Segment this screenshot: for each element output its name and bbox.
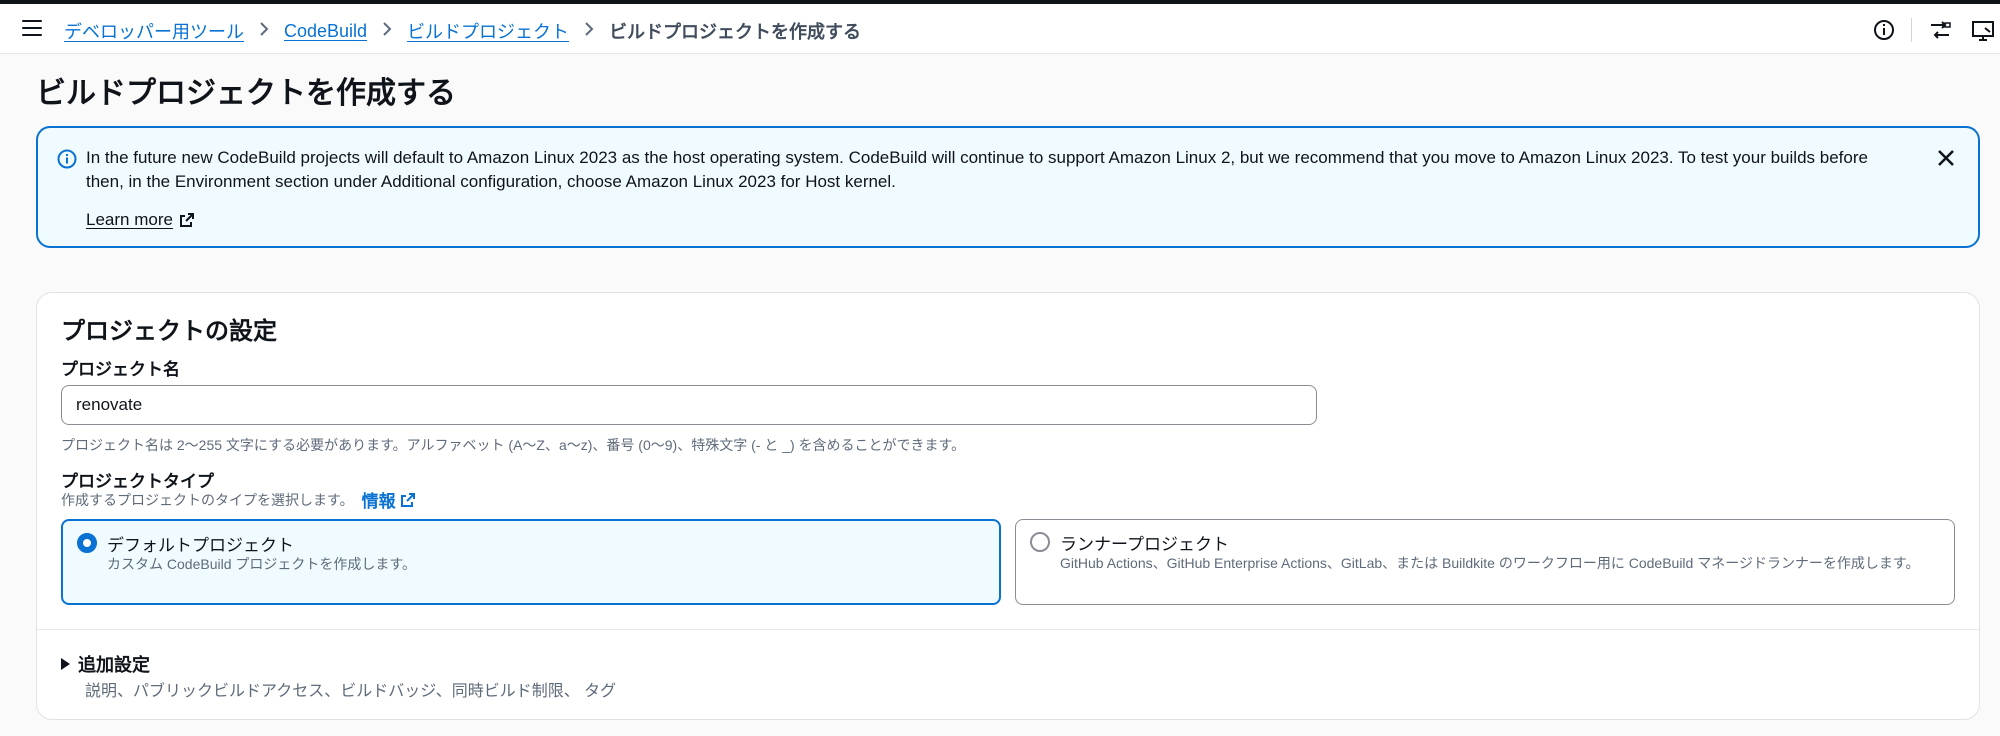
breadcrumb-developer-tools[interactable]: デベロッパー用ツール [64, 18, 244, 44]
top-navigation-bar: デベロッパー用ツール CodeBuild ビルドプロジェクト ビルドプロジェクト… [0, 0, 2000, 54]
project-name-hint: プロジェクト名は 2〜255 文字にする必要があります。アルファベット (A〜Z… [61, 437, 966, 453]
chevron-right-icon [244, 21, 284, 42]
compare-icon[interactable] [1927, 16, 1953, 44]
additional-settings-expander[interactable]: 追加設定 [61, 651, 150, 677]
default-project-option[interactable]: デフォルトプロジェクト カスタム CodeBuild プロジェクトを作成します。 [61, 519, 1001, 605]
project-settings-panel: プロジェクトの設定 プロジェクト名 プロジェクト名は 2〜255 文字にする必要… [36, 292, 1980, 720]
radio-selected[interactable] [77, 533, 97, 553]
menu-icon[interactable] [22, 20, 42, 36]
page-title: ビルドプロジェクトを作成する [36, 77, 456, 110]
project-name-label: プロジェクト名 [61, 360, 180, 379]
project-name-input[interactable] [61, 385, 1317, 425]
runner-project-option[interactable]: ランナープロジェクト GitHub Actions、GitHub Enterpr… [1015, 519, 1955, 605]
learn-more-label: Learn more [86, 210, 173, 229]
expander-description: 説明、パブリックビルドアクセス、ビルドバッジ、同時ビルド制限、 タグ [85, 683, 617, 700]
flash-message: In the future new CodeBuild projects wil… [86, 148, 1868, 191]
expander-title: 追加設定 [78, 655, 150, 675]
info-link[interactable]: 情報 [362, 487, 416, 512]
option-description: カスタム CodeBuild プロジェクトを作成します。 [107, 556, 416, 572]
info-icon[interactable] [1871, 16, 1897, 44]
screen-icon[interactable] [1970, 16, 1996, 44]
project-type-hint-row: 作成するプロジェクトのタイプを選択します。 情報 [61, 487, 416, 512]
external-link-icon [179, 213, 194, 227]
breadcrumb-build-projects[interactable]: ビルドプロジェクト [407, 18, 569, 44]
info-link-label: 情報 [361, 492, 396, 511]
learn-more-link[interactable]: Learn more [86, 210, 195, 230]
caret-right-icon [61, 658, 70, 670]
breadcrumb-current: ビルドプロジェクトを作成する [609, 22, 862, 42]
info-flashbar: In the future new CodeBuild projects wil… [36, 126, 1980, 248]
option-title: デフォルトプロジェクト [107, 536, 294, 555]
external-link-icon [400, 492, 415, 507]
breadcrumb-codebuild[interactable]: CodeBuild [284, 21, 367, 42]
info-icon [56, 148, 78, 170]
divider [37, 629, 1979, 630]
project-type-hint: 作成するプロジェクトのタイプを選択します。 [61, 491, 354, 508]
chevron-right-icon [569, 21, 609, 42]
breadcrumb: デベロッパー用ツール CodeBuild ビルドプロジェクト ビルドプロジェクト… [64, 18, 861, 44]
option-title: ランナープロジェクト [1060, 535, 1229, 554]
radio-unselected[interactable] [1030, 532, 1050, 552]
divider [1911, 18, 1912, 42]
close-icon[interactable] [1934, 146, 1958, 170]
panel-title: プロジェクトの設定 [61, 318, 277, 345]
chevron-right-icon [367, 21, 407, 42]
option-description: GitHub Actions、GitHub Enterprise Actions… [1060, 555, 1920, 571]
